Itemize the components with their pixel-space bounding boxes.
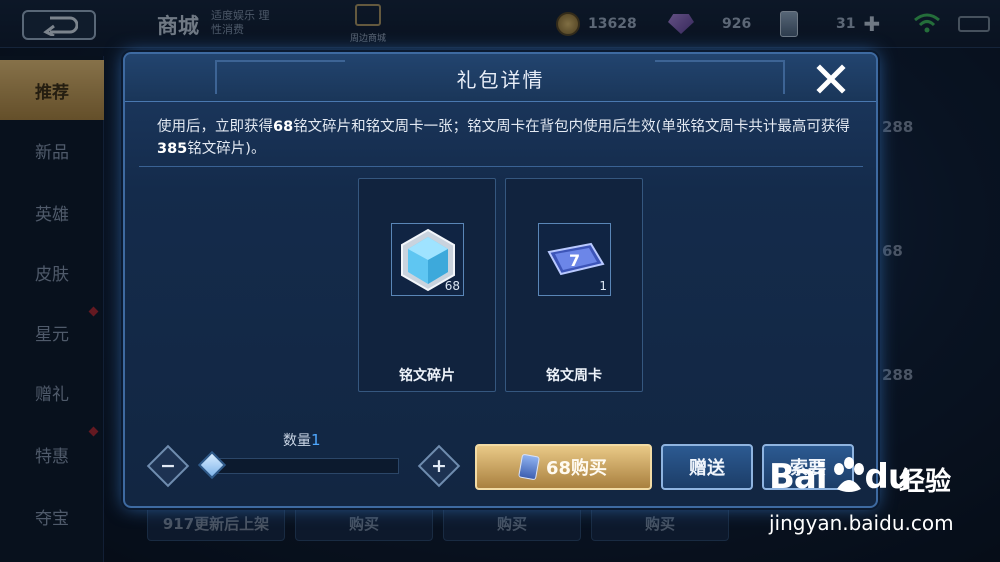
gift-pack-detail-modal: 礼包详情 使用后，立即获得68铭文碎片和铭文周卡一张；铭文周卡在背包内使用后生效… <box>123 52 878 508</box>
watermark-url: jingyan.baidu.com <box>769 511 954 535</box>
pack-description: 使用后，立即获得68铭文碎片和铭文周卡一张；铭文周卡在背包内使用后生效(单张铭文… <box>157 119 850 157</box>
svg-text:7: 7 <box>569 251 580 270</box>
item-icon-frame: 68 <box>391 223 464 296</box>
quantity-label: 数量1 <box>283 431 321 449</box>
increase-quantity-button[interactable]: + <box>417 444 461 488</box>
item-name: 铭文碎片 <box>399 368 455 384</box>
buy-button-label: 68购买 <box>545 458 608 479</box>
quantity-slider-handle[interactable] <box>197 450 227 480</box>
item-card[interactable]: 7 1 铭文周卡 <box>505 178 643 392</box>
buy-button[interactable]: 68购买 <box>475 444 652 490</box>
modal-header: 礼包详情 <box>125 54 876 102</box>
close-icon[interactable] <box>815 63 847 95</box>
gift-button-label: 赠送 <box>689 458 725 479</box>
item-count: 68 <box>444 279 460 293</box>
quantity-value: 1 <box>311 431 321 449</box>
ticket-icon <box>518 453 540 481</box>
item-icon-frame: 7 1 <box>538 223 611 296</box>
minus-icon: − <box>160 455 176 477</box>
plus-icon: + <box>431 455 447 477</box>
baidu-jingyan-watermark: Bai du 经验 jingyan.baidu.com <box>769 455 999 550</box>
divider <box>139 166 863 167</box>
quantity-slider-track[interactable] <box>213 458 399 474</box>
watermark-jingyan: 经验 <box>899 467 952 497</box>
gift-button[interactable]: 赠送 <box>661 444 753 490</box>
baidu-paw-icon <box>834 457 864 492</box>
item-name: 铭文周卡 <box>546 368 602 384</box>
modal-title: 礼包详情 <box>456 68 545 92</box>
decrease-quantity-button[interactable]: − <box>146 444 190 488</box>
item-card[interactable]: 68 铭文碎片 <box>358 178 496 392</box>
item-count: 1 <box>599 279 607 293</box>
